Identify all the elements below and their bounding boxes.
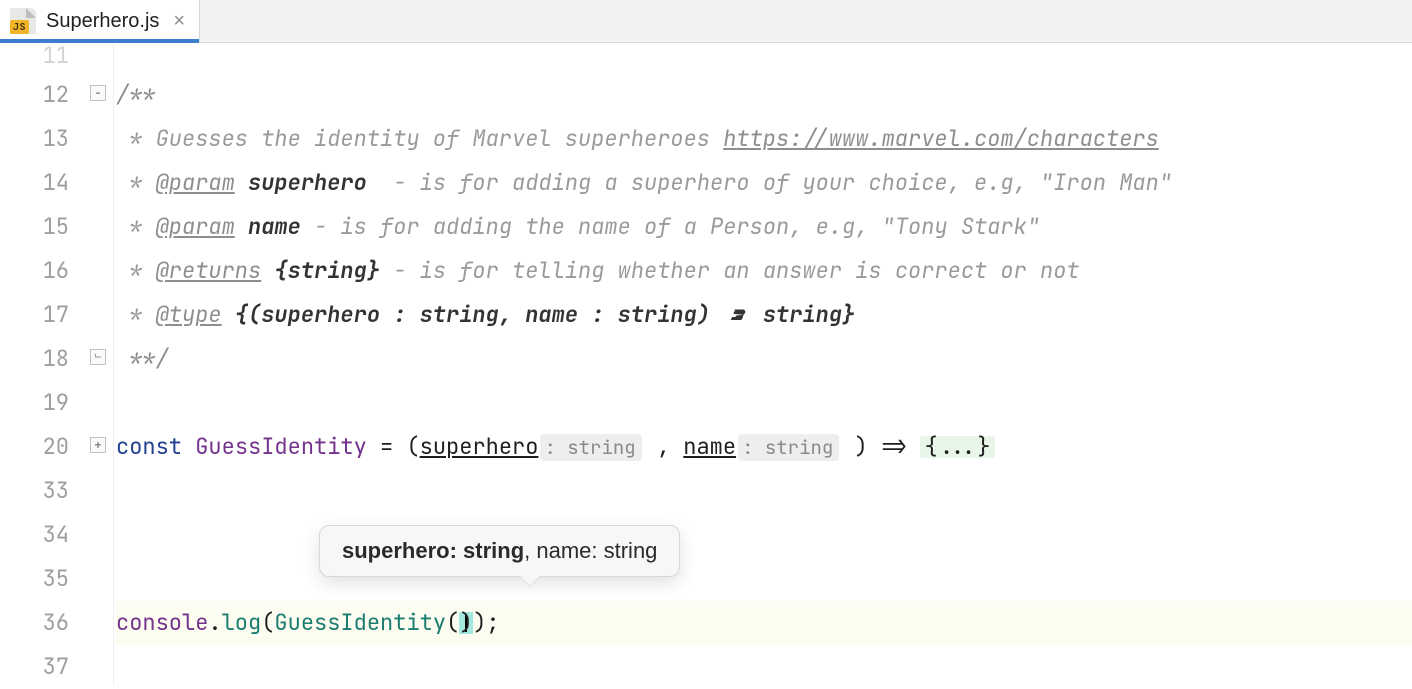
code-line: **/ bbox=[116, 337, 1412, 381]
jsdoc-type: {string} bbox=[261, 260, 380, 282]
parameter-hint-current: superhero: string bbox=[342, 538, 524, 563]
line-number: 35 bbox=[0, 557, 69, 601]
identifier: GuessIdentity bbox=[195, 436, 367, 458]
identifier: console bbox=[116, 612, 208, 634]
code-line bbox=[116, 381, 1412, 425]
jsdoc-text: * bbox=[116, 260, 156, 282]
fold-column bbox=[85, 43, 114, 686]
jsdoc-link[interactable]: https://www.marvel.com/characters bbox=[723, 128, 1159, 150]
tooltip-arrow-icon bbox=[520, 576, 540, 586]
tab-bar: JS Superhero.js × bbox=[0, 0, 1412, 43]
method: log bbox=[222, 612, 262, 634]
line-number: 20 bbox=[0, 425, 69, 469]
line-number: 16 bbox=[0, 249, 69, 293]
param: superhero bbox=[420, 436, 539, 458]
line-number: 33 bbox=[0, 469, 69, 513]
fold-toggle-icon[interactable] bbox=[90, 85, 106, 101]
jsdoc-close: **/ bbox=[116, 348, 169, 370]
code-line: /** bbox=[116, 73, 1412, 117]
code-line bbox=[116, 469, 1412, 513]
line-number: 19 bbox=[0, 381, 69, 425]
jsdoc-text: * bbox=[116, 304, 156, 326]
line-number: 15 bbox=[0, 205, 69, 249]
type-hint: : string bbox=[738, 434, 839, 461]
jsdoc-type: {(superhero : string, name : string) => … bbox=[222, 304, 856, 326]
jsdoc-text: * bbox=[116, 172, 156, 194]
text-caret[interactable]: ) bbox=[459, 612, 473, 634]
code-line bbox=[116, 557, 1412, 601]
fold-end-icon[interactable] bbox=[90, 349, 106, 365]
call: GuessIdentity bbox=[274, 612, 446, 634]
code-line: * @returns {string} - is for telling whe… bbox=[116, 249, 1412, 293]
fold-expand-icon[interactable] bbox=[90, 437, 106, 453]
line-number: 13 bbox=[0, 117, 69, 161]
code-editor[interactable]: 11 12 13 14 15 16 17 18 19 20 33 34 35 3… bbox=[0, 43, 1412, 686]
js-file-icon: JS bbox=[10, 8, 36, 34]
line-number: 37 bbox=[0, 645, 69, 689]
jsdoc-text: * bbox=[116, 216, 156, 238]
jsdoc-tag: @param bbox=[156, 216, 235, 238]
jsdoc-tag: @type bbox=[156, 304, 222, 326]
jsdoc-text: * Guesses the identity of Marvel superhe… bbox=[116, 128, 723, 150]
code-line bbox=[116, 645, 1412, 689]
line-number: 36 bbox=[0, 601, 69, 645]
line-number: 34 bbox=[0, 513, 69, 557]
line-number: 11 bbox=[0, 43, 69, 73]
js-badge: JS bbox=[10, 20, 29, 34]
line-number: 18 bbox=[0, 337, 69, 381]
jsdoc-tag: @param bbox=[156, 172, 235, 194]
jsdoc-text: - is for telling whether an answer is co… bbox=[380, 260, 1080, 282]
tab-filename: Superhero.js bbox=[46, 11, 159, 31]
param: name bbox=[683, 436, 736, 458]
code-line: * @type {(superhero : string, name : str… bbox=[116, 293, 1412, 337]
jsdoc-param-name: superhero bbox=[235, 172, 367, 194]
parameter-hint-tooltip: superhero: string, name: string bbox=[319, 525, 680, 577]
line-number: 14 bbox=[0, 161, 69, 205]
jsdoc-param-name: name bbox=[235, 216, 301, 238]
code-line bbox=[116, 513, 1412, 557]
jsdoc-tag: @returns bbox=[156, 260, 262, 282]
jsdoc-text: - is for adding a superhero of your choi… bbox=[367, 172, 1172, 194]
code-line: * @param name - is for adding the name o… bbox=[116, 205, 1412, 249]
close-icon[interactable]: × bbox=[173, 11, 185, 31]
type-hint: : string bbox=[540, 434, 641, 461]
tab-active[interactable]: JS Superhero.js × bbox=[0, 0, 200, 42]
line-number-gutter: 11 12 13 14 15 16 17 18 19 20 33 34 35 3… bbox=[0, 43, 85, 686]
keyword-const: const bbox=[116, 436, 182, 458]
jsdoc-text: - is for adding the name of a Person, e.… bbox=[301, 216, 1040, 238]
code-line-active: console.log(GuessIdentity()); bbox=[116, 601, 1412, 645]
line-number: 12 bbox=[0, 73, 69, 117]
code-line bbox=[116, 43, 1412, 73]
folded-body[interactable]: {...} bbox=[920, 436, 994, 458]
line-number: 17 bbox=[0, 293, 69, 337]
code-line: const GuessIdentity = (superhero: string… bbox=[116, 425, 1412, 469]
parameter-hint-rest: , name: string bbox=[524, 538, 657, 563]
code-line: * Guesses the identity of Marvel superhe… bbox=[116, 117, 1412, 161]
code-line: * @param superhero - is for adding a sup… bbox=[116, 161, 1412, 205]
jsdoc-open: /** bbox=[116, 84, 156, 106]
code-area[interactable]: /** * Guesses the identity of Marvel sup… bbox=[114, 43, 1412, 686]
